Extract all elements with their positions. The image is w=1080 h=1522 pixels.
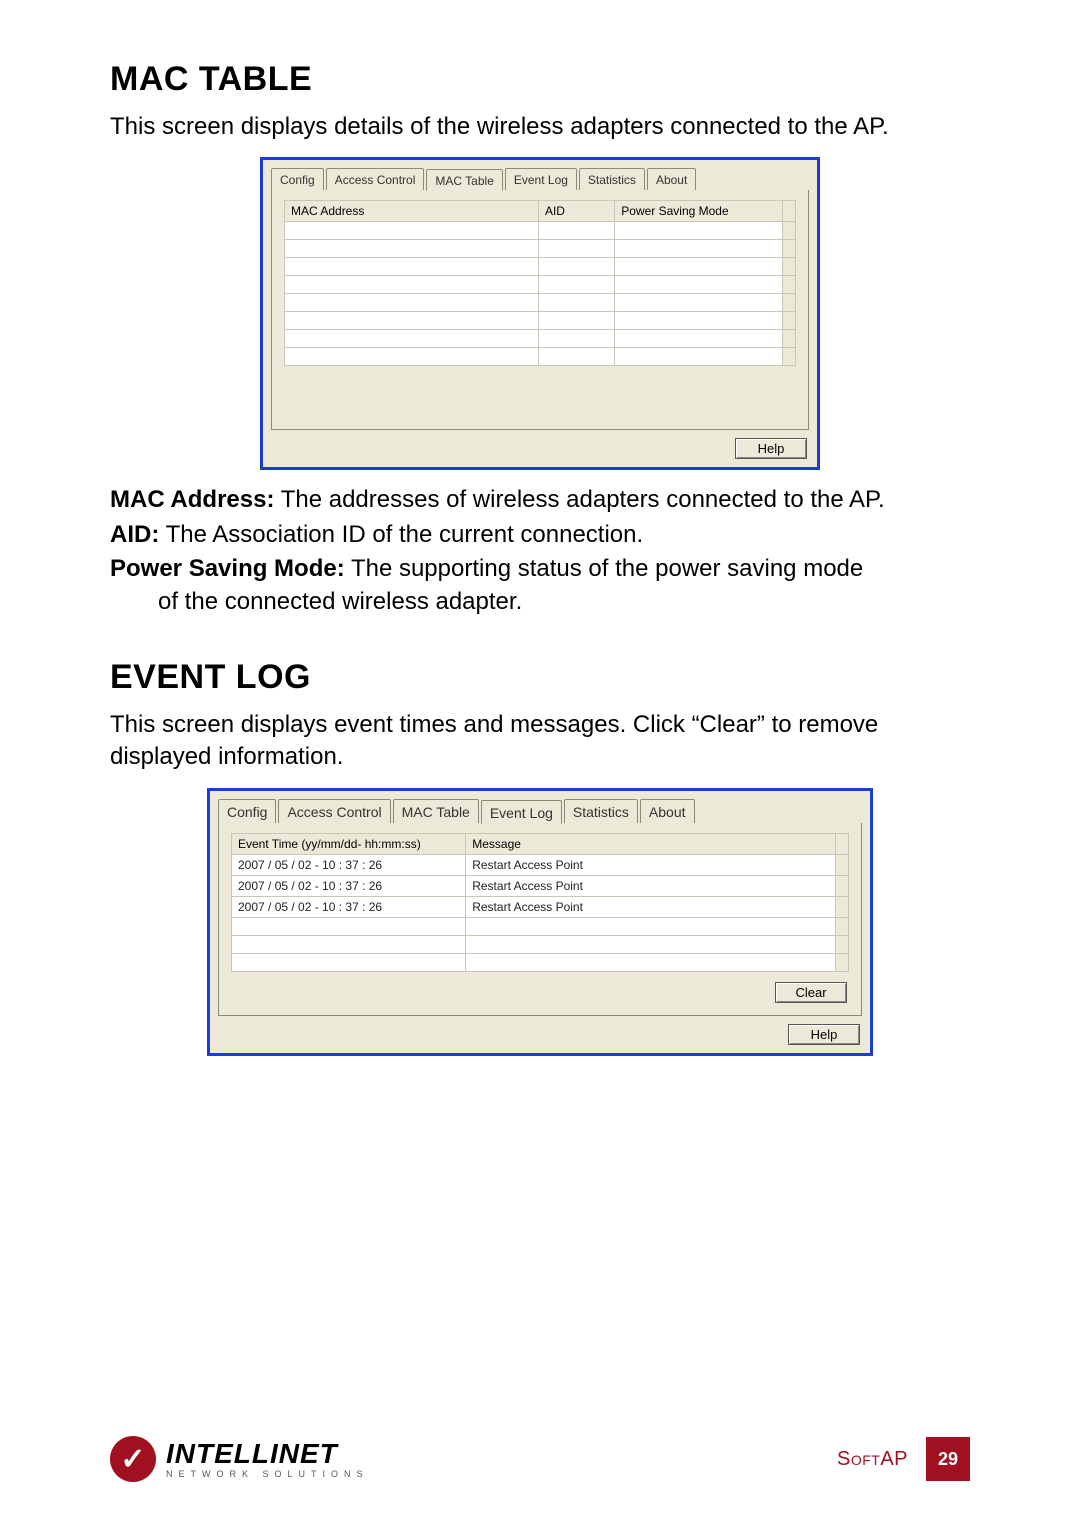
mac-table-heading: MAC TABLE: [110, 60, 970, 99]
table-row: [285, 348, 796, 366]
table-row: [285, 240, 796, 258]
tab-access-control[interactable]: Access Control: [278, 799, 390, 823]
brand-name: INTELLINET: [166, 1440, 369, 1468]
tab-event-log[interactable]: Event Log: [481, 800, 562, 824]
mac-definitions: MAC Address: The addresses of wireless a…: [110, 484, 970, 618]
tab-about[interactable]: About: [647, 168, 696, 190]
def-aid: AID: The Association ID of the current c…: [110, 519, 970, 551]
col-power-saving[interactable]: Power Saving Mode: [615, 201, 783, 222]
event-tabbar: Config Access Control MAC Table Event Lo…: [210, 791, 870, 823]
event-log-heading: EVENT LOG: [110, 658, 970, 697]
mac-tabbar: Config Access Control MAC Table Event Lo…: [263, 160, 817, 190]
tab-about[interactable]: About: [640, 799, 695, 823]
table-row: 2007 / 05 / 02 - 10 : 37 : 26 Restart Ac…: [232, 875, 849, 896]
intellinet-logo: INTELLINET NETWORK SOLUTIONS: [110, 1436, 369, 1482]
tab-config[interactable]: Config: [218, 799, 276, 823]
clear-button[interactable]: Clear: [775, 982, 847, 1003]
mac-dialog-footer: Help: [263, 434, 817, 467]
tab-config[interactable]: Config: [271, 168, 324, 190]
page-footer: INTELLINET NETWORK SOLUTIONS SoftAP 29: [110, 1436, 970, 1482]
table-row: [285, 258, 796, 276]
tab-statistics[interactable]: Statistics: [579, 168, 645, 190]
col-scroll-spacer: [835, 833, 848, 854]
col-message[interactable]: Message: [466, 833, 836, 854]
mac-table: MAC Address AID Power Saving Mode: [284, 200, 796, 366]
table-row: [232, 917, 849, 935]
tab-access-control[interactable]: Access Control: [326, 168, 425, 190]
event-log-table: Event Time (yy/mm/dd- hh:mm:ss) Message …: [231, 833, 849, 972]
mac-table-panel: MAC Address AID Power Saving Mode: [271, 190, 809, 430]
event-log-panel: Event Time (yy/mm/dd- hh:mm:ss) Message …: [218, 823, 862, 1016]
tab-mac-table[interactable]: MAC Table: [393, 799, 479, 823]
page-number: 29: [926, 1437, 970, 1481]
event-dialog-footer: Help: [210, 1020, 870, 1053]
help-button[interactable]: Help: [735, 438, 807, 459]
def-mac-address: MAC Address: The addresses of wireless a…: [110, 484, 970, 516]
table-row: 2007 / 05 / 02 - 10 : 37 : 26 Restart Ac…: [232, 854, 849, 875]
mac-table-intro: This screen displays details of the wire…: [110, 111, 970, 143]
logo-check-icon: [110, 1436, 156, 1482]
table-row: [232, 953, 849, 971]
event-log-intro: This screen displays event times and mes…: [110, 709, 970, 774]
event-log-dialog: Config Access Control MAC Table Event Lo…: [207, 788, 873, 1056]
event-clear-row: Clear: [231, 972, 849, 1005]
col-scroll-spacer: [782, 201, 795, 222]
tab-event-log[interactable]: Event Log: [505, 168, 577, 190]
def-power-saving: Power Saving Mode: The supporting status…: [110, 553, 970, 618]
table-row: [232, 935, 849, 953]
section-label-softap: SoftAP: [837, 1448, 908, 1471]
col-mac-address[interactable]: MAC Address: [285, 201, 539, 222]
table-row: [285, 312, 796, 330]
tab-mac-table[interactable]: MAC Table: [426, 169, 502, 191]
help-button[interactable]: Help: [788, 1024, 860, 1045]
brand-tagline: NETWORK SOLUTIONS: [166, 1470, 369, 1479]
col-event-time[interactable]: Event Time (yy/mm/dd- hh:mm:ss): [232, 833, 466, 854]
table-row: [285, 222, 796, 240]
table-row: 2007 / 05 / 02 - 10 : 37 : 26 Restart Ac…: [232, 896, 849, 917]
table-row: [285, 294, 796, 312]
col-aid[interactable]: AID: [538, 201, 614, 222]
mac-table-dialog: Config Access Control MAC Table Event Lo…: [260, 157, 820, 470]
table-row: [285, 330, 796, 348]
tab-statistics[interactable]: Statistics: [564, 799, 638, 823]
table-row: [285, 276, 796, 294]
